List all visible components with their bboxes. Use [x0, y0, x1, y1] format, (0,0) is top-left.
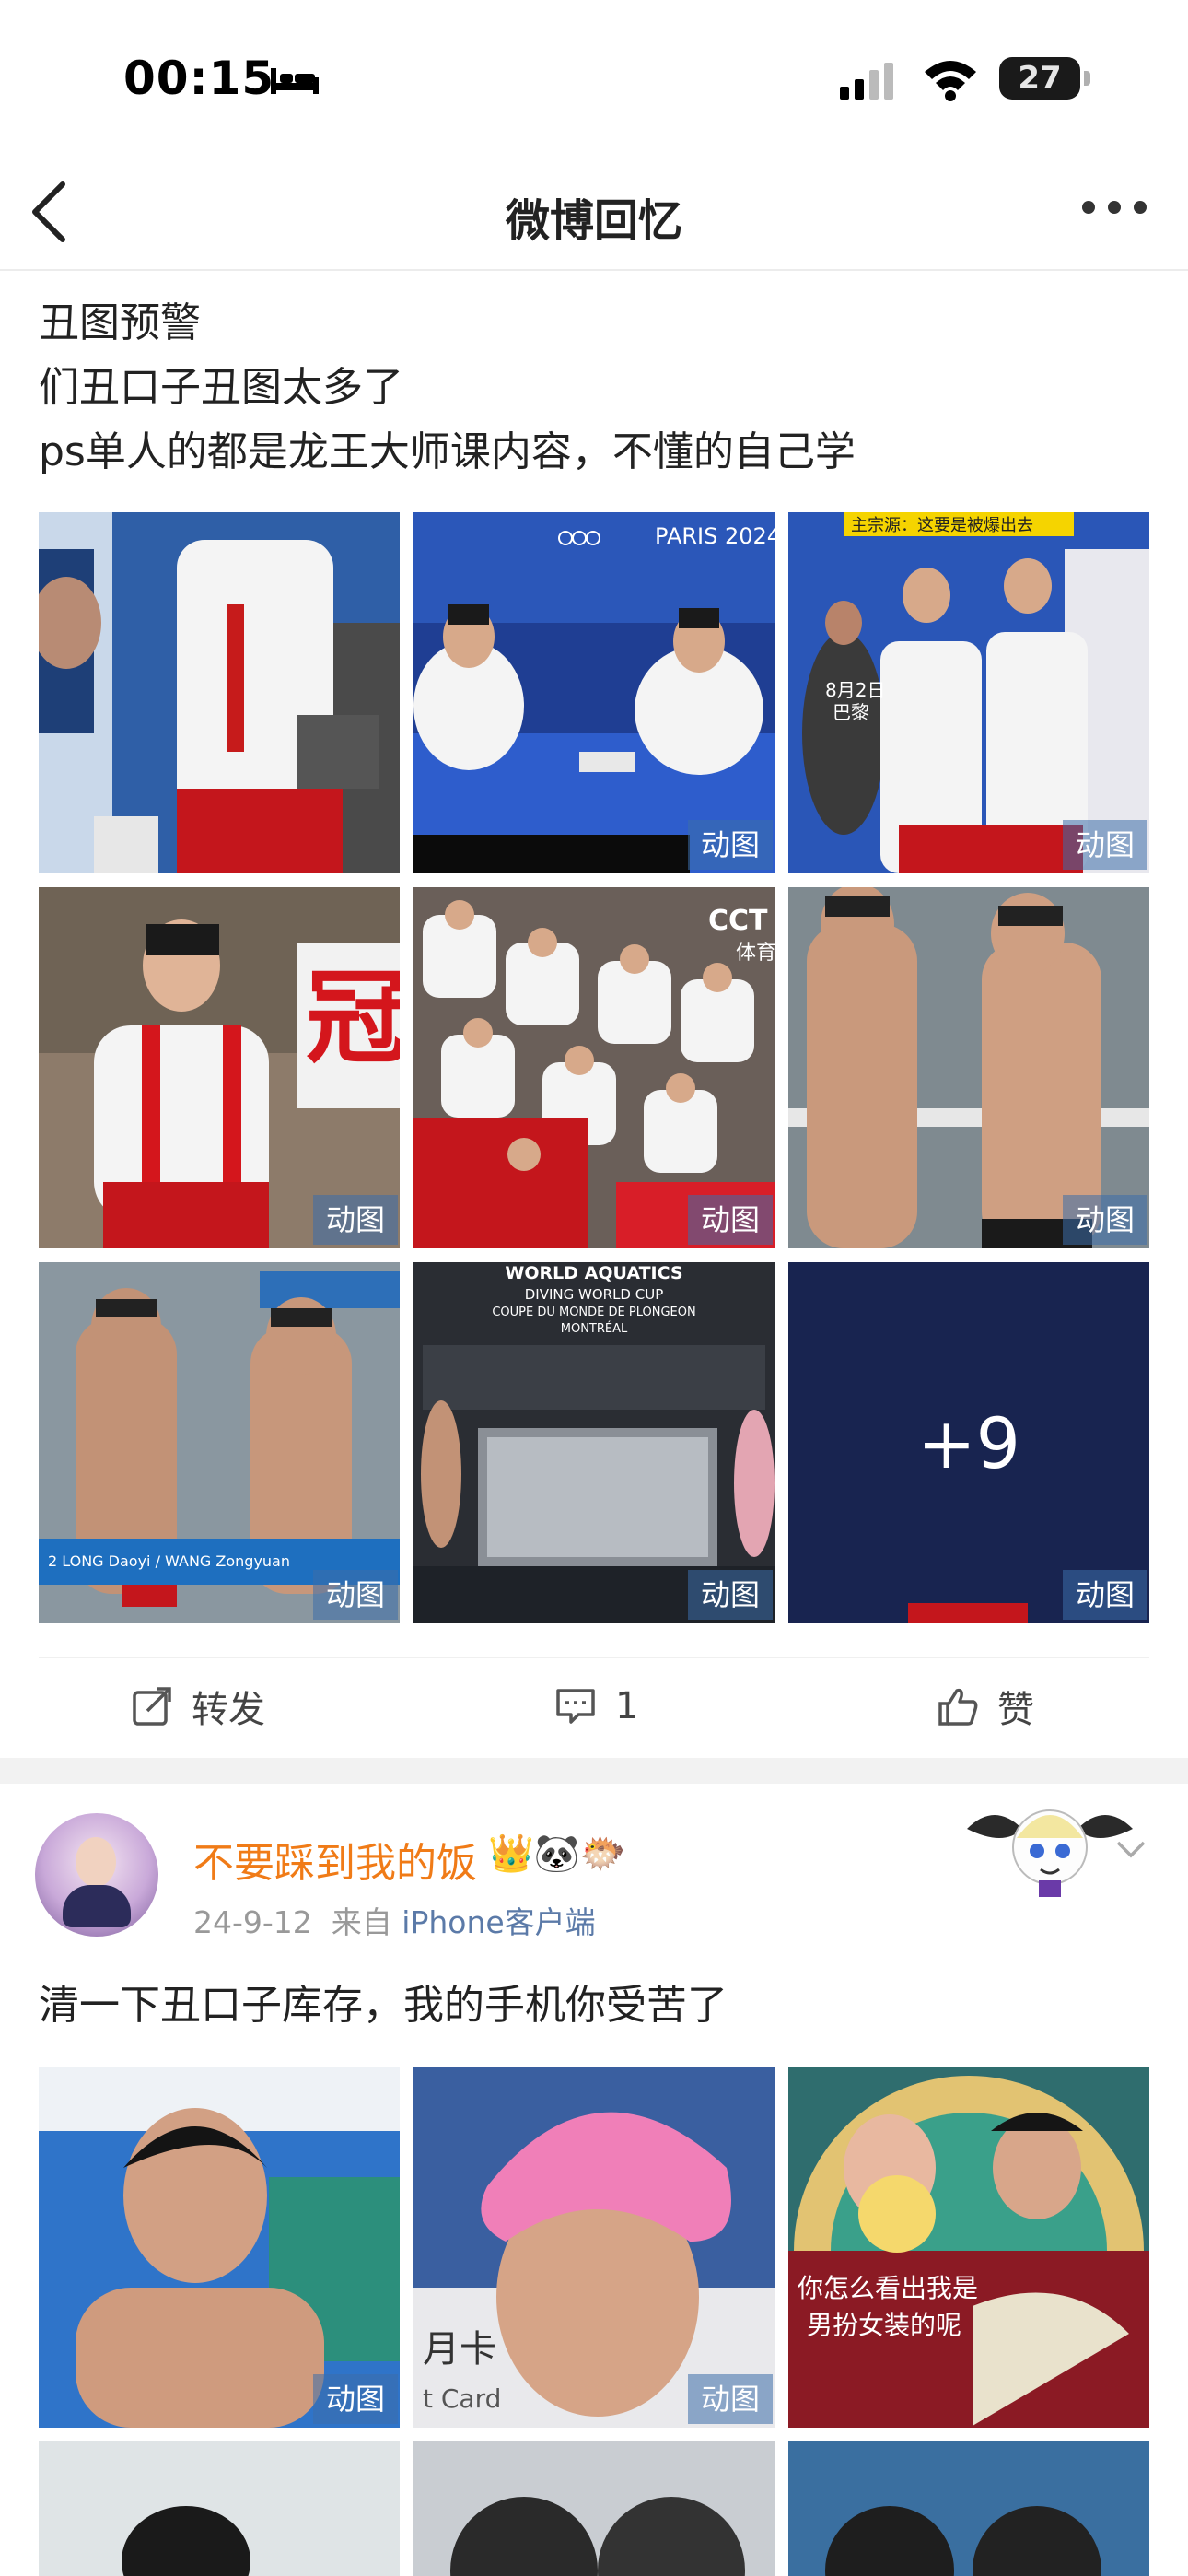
post-text-line: ps单人的都是龙王大师课内容，不懂的自己学 [39, 428, 856, 475]
paris-logo-text: PARIS 2024 [655, 523, 775, 549]
svg-text:月卡: 月卡 [423, 2328, 496, 2371]
gif-badge: 动图 [687, 2374, 773, 2424]
image-thumbnail[interactable]: 主宗源：这要是被爆出去 8月2日 巴黎 动图 [788, 512, 1149, 873]
source-prefix: 来自 [331, 1904, 392, 1940]
image-grid: 动图 月卡 t Card 动图 你怎么看出我是 男扮女装的呢 [39, 2067, 1149, 2576]
gif-badge: 动图 [687, 820, 773, 870]
chevron-down-icon[interactable] [1112, 1837, 1149, 1863]
image-thumbnail[interactable]: 动图 [788, 887, 1149, 1248]
cctv-logo: CCT [708, 905, 768, 937]
like-label: 赞 [997, 1689, 1034, 1731]
avatar[interactable] [35, 1813, 158, 1937]
status-bar: 00:15 27 [0, 0, 1188, 157]
repost-icon [133, 1687, 171, 1726]
image-thumbnail[interactable] [788, 2441, 1149, 2576]
more-images-thumbnail[interactable]: +9 动图 [788, 1262, 1149, 1623]
repost-button[interactable]: 转发 [131, 1679, 265, 1734]
comment-count: 1 [615, 1685, 639, 1727]
svg-text:COUPE DU MONDE DE PLONGEON: COUPE DU MONDE DE PLONGEON [492, 1306, 695, 1319]
battery-icon: 27 [999, 57, 1091, 101]
image-thumbnail[interactable] [39, 512, 400, 873]
gif-badge: 动图 [312, 1195, 398, 1245]
image-thumbnail[interactable]: 冠 动图 [39, 887, 400, 1248]
image-thumbnail[interactable]: WORLD AQUATICS DIVING WORLD CUP COUPE DU… [413, 1262, 775, 1623]
post-text-line: 们丑口子丑图太多了 [39, 364, 403, 411]
post-text: 清一下丑口子库存，我的手机你受苦了 [39, 1982, 728, 2029]
more-dots-icon[interactable] [1077, 193, 1151, 221]
gif-badge: 动图 [1062, 1570, 1147, 1620]
score-bar: 2 LONG Daoyi / WANG Zongyuan [48, 1552, 290, 1570]
image-thumbnail[interactable]: 你怎么看出我是 男扮女装的呢 [788, 2067, 1149, 2428]
post-meta: 24-9-12 来自 iPhone客户端 [193, 1898, 596, 1942]
post-date: 24-9-12 [193, 1904, 312, 1940]
user-badges: 👑🐼🐡 [488, 1832, 626, 1875]
nav-bar: 微博回忆 [0, 157, 1188, 271]
image-grid: PARIS 2024 动图 主宗源：这要是被爆出去 8月2日 巴黎 动图 冠 动… [39, 512, 1149, 1623]
overlay-text: 冠 [306, 959, 400, 1077]
image-thumbnail[interactable] [39, 2441, 400, 2576]
gif-badge: 动图 [687, 1570, 773, 1620]
svg-text:MONTRÉAL: MONTRÉAL [561, 1321, 628, 1336]
page-title: 微博回忆 [505, 195, 682, 247]
svg-text:体育: 体育 [736, 942, 775, 965]
comment-button[interactable]: 1 [554, 1679, 638, 1734]
battery-level: 27 [1018, 60, 1062, 97]
svg-text:男扮女装的呢: 男扮女装的呢 [807, 2310, 961, 2340]
gif-badge: 动图 [312, 2374, 398, 2424]
status-time: 00:15 [123, 52, 275, 105]
post-divider [0, 1758, 1188, 1784]
post-text-line: 丑图预警 [39, 299, 201, 346]
image-thumbnail[interactable]: 月卡 t Card 动图 [413, 2067, 775, 2428]
gif-badge: 动图 [687, 1195, 773, 1245]
gif-badge: 动图 [1062, 820, 1147, 870]
repost-label: 转发 [192, 1689, 265, 1731]
image-thumbnail[interactable]: PARIS 2024 动图 [413, 512, 775, 873]
svg-text:巴黎: 巴黎 [833, 701, 869, 723]
like-button[interactable]: 赞 [937, 1679, 1034, 1734]
svg-text:DIVING WORLD CUP: DIVING WORLD CUP [525, 1286, 664, 1303]
svg-text:t Card: t Card [423, 2383, 501, 2414]
image-thumbnail[interactable]: CCT 体育 动图 [413, 887, 775, 1248]
image-thumbnail[interactable]: 2 LONG Daoyi / WANG Zongyuan 动图 [39, 1262, 400, 1623]
banner-text: 主宗源：这要是被爆出去 [851, 516, 1033, 535]
comment-icon [556, 1689, 595, 1724]
post-actions: 转发 1 赞 [39, 1657, 1149, 1760]
thumbs-up-icon [938, 1688, 978, 1726]
svg-text:你怎么看出我是: 你怎么看出我是 [798, 2273, 978, 2303]
image-thumbnail[interactable] [413, 2441, 775, 2576]
post-source[interactable]: iPhone客户端 [402, 1904, 595, 1940]
date-sticker: 8月2日 [825, 679, 885, 701]
username[interactable]: 不要踩到我的饭 [193, 1830, 477, 1889]
bed-icon [271, 68, 319, 94]
wifi-icon [925, 61, 976, 101]
cellular-signal-icon [840, 63, 893, 100]
gif-badge: 动图 [312, 1570, 398, 1620]
image-thumbnail[interactable]: 动图 [39, 2067, 400, 2428]
gif-badge: 动图 [1062, 1195, 1147, 1245]
svg-text:WORLD AQUATICS: WORLD AQUATICS [505, 1263, 682, 1283]
